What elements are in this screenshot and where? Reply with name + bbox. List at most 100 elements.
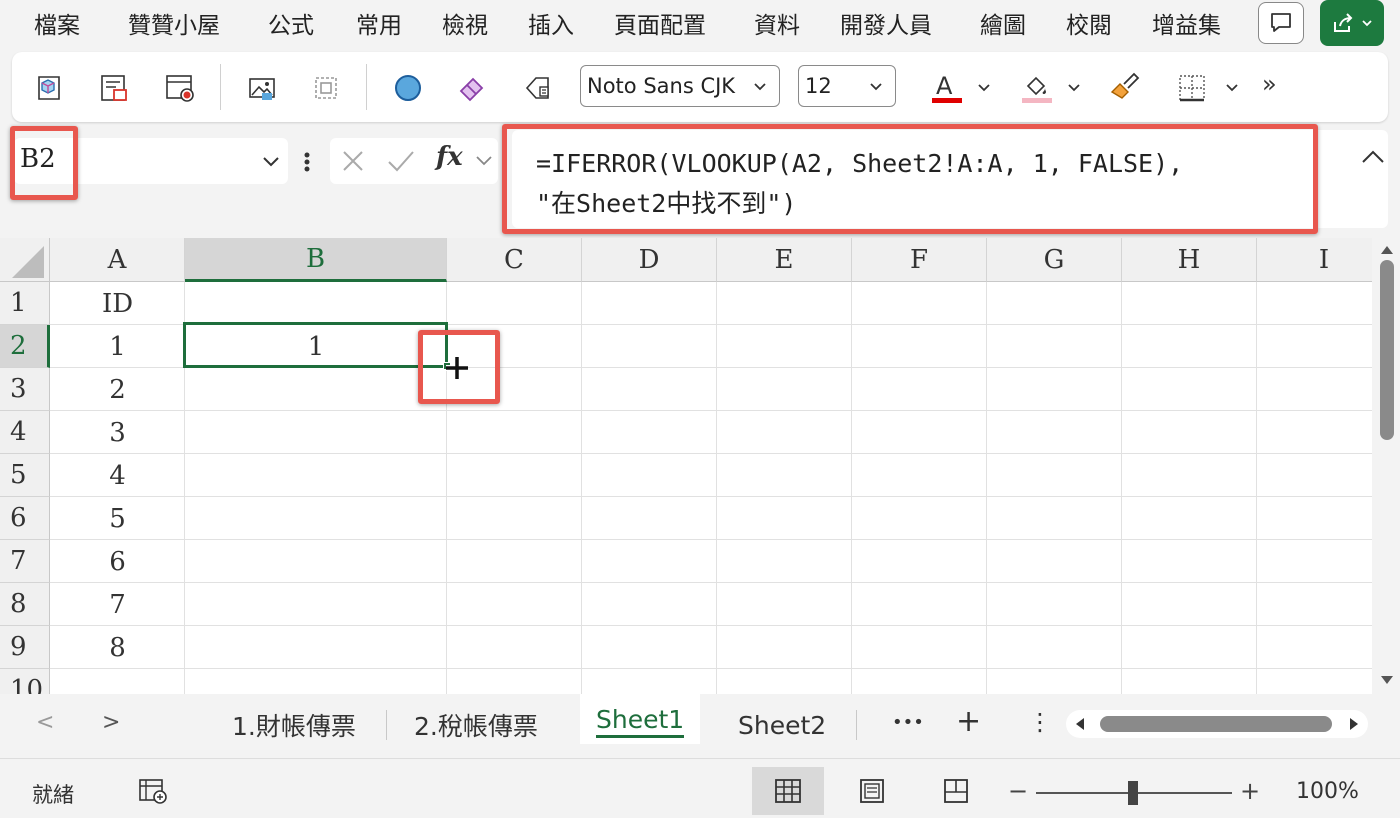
cell-a4[interactable]: 3 — [50, 411, 185, 454]
enter-check-icon[interactable] — [386, 148, 416, 174]
sheet-menu-button[interactable]: ⋮ — [1028, 708, 1052, 736]
row-header-9[interactable]: 9 — [0, 626, 50, 669]
zoom-slider-thumb[interactable] — [1128, 781, 1138, 805]
eraser-button[interactable] — [452, 68, 492, 108]
vertical-scroll-thumb[interactable] — [1380, 260, 1394, 440]
column-header-e[interactable]: E — [717, 238, 852, 282]
page-layout-view-button[interactable] — [836, 767, 908, 815]
scroll-right-icon[interactable] — [1348, 717, 1360, 731]
column-header-i[interactable]: I — [1257, 238, 1372, 282]
chevron-down-icon[interactable] — [1066, 79, 1082, 95]
form-button[interactable] — [94, 68, 134, 108]
record-macro-button[interactable] — [160, 68, 200, 108]
sheet-tab-1[interactable]: 1.財帳傳票 — [232, 706, 356, 744]
cell-a1[interactable]: ID — [50, 282, 185, 325]
font-name-select[interactable]: Noto Sans CJK — [580, 65, 780, 107]
menu-view[interactable]: 檢視 — [442, 6, 488, 40]
select-objects-button[interactable] — [306, 68, 346, 108]
next-sheet-button[interactable]: > — [102, 710, 120, 735]
row-header-3[interactable]: 3 — [0, 368, 50, 411]
menu-review[interactable]: 校閱 — [1066, 6, 1112, 40]
page-break-view-button[interactable] — [920, 767, 992, 815]
name-box[interactable]: B2 — [14, 138, 288, 184]
chevron-down-icon[interactable] — [260, 152, 282, 172]
menu-file[interactable]: 檔案 — [34, 6, 80, 40]
cell-a5[interactable]: 4 — [50, 454, 185, 497]
scroll-up-icon[interactable] — [1380, 244, 1394, 256]
sheet-tab-sheet2[interactable]: Sheet2 — [738, 706, 826, 744]
row-header-10[interactable]: 10 — [0, 669, 50, 694]
menu-page-layout[interactable]: 頁面配置 — [614, 6, 706, 40]
column-header-d[interactable]: D — [582, 238, 717, 282]
active-tab-underline — [596, 735, 685, 738]
chevron-down-icon[interactable] — [474, 152, 494, 170]
share-button[interactable] — [1320, 0, 1384, 46]
prev-sheet-button[interactable]: < — [36, 710, 54, 735]
menu-formulas[interactable]: 公式 — [268, 6, 314, 40]
sheet-tab-sheet1[interactable]: Sheet1 — [580, 694, 701, 744]
row-header-8[interactable]: 8 — [0, 583, 50, 626]
cell-a3[interactable]: 2 — [50, 368, 185, 411]
fill-color-button[interactable] — [1016, 68, 1056, 108]
menu-draw[interactable]: 繪圖 — [980, 6, 1026, 40]
cell-a7[interactable]: 6 — [50, 540, 185, 583]
add-sheet-button[interactable]: + — [956, 704, 981, 739]
status-ready: 就緒 — [32, 783, 74, 807]
sheet-tab-2[interactable]: 2.稅帳傳票 — [414, 706, 538, 744]
column-header-b[interactable]: B — [185, 238, 447, 282]
more-commands-button[interactable]: » — [1262, 70, 1277, 98]
scroll-left-icon[interactable] — [1074, 717, 1086, 731]
worksheet-grid[interactable]: A B C D E F G H I 1 2 3 4 5 6 7 8 9 10 I… — [0, 238, 1372, 694]
excel-window: 檔案 贊贊小屋 公式 常用 檢視 插入 頁面配置 資料 開發人員 繪圖 校閱 增… — [0, 0, 1400, 818]
column-header-h[interactable]: H — [1122, 238, 1257, 282]
scroll-down-icon[interactable] — [1380, 674, 1394, 686]
sheet-tabs-bar: < > 1.財帳傳票 2.稅帳傳票 Sheet1 Sheet2 ••• + ⋮ — [0, 694, 1400, 756]
menu-data[interactable]: 資料 — [754, 6, 800, 40]
row-header-6[interactable]: 6 — [0, 497, 50, 540]
row-header-1[interactable]: 1 — [0, 282, 50, 325]
cell-a2[interactable]: 1 — [50, 325, 185, 368]
menu-zanzan[interactable]: 贊贊小屋 — [128, 6, 220, 40]
formula-input[interactable]: =IFERROR(VLOOKUP(A2, Sheet2!A:A, 1, FALS… — [512, 130, 1388, 228]
menu-developer[interactable]: 開發人員 — [840, 6, 932, 40]
select-all-button[interactable] — [0, 238, 50, 282]
menu-addins[interactable]: 增益集 — [1152, 6, 1221, 40]
font-size-select[interactable]: 12 — [798, 65, 896, 107]
zoom-in-button[interactable]: + — [1240, 777, 1260, 805]
column-header-c[interactable]: C — [447, 238, 582, 282]
normal-view-button[interactable] — [752, 767, 824, 815]
comments-button[interactable] — [1258, 2, 1304, 44]
menu-insert[interactable]: 插入 — [528, 6, 574, 40]
accessibility-icon[interactable] — [138, 777, 168, 805]
cancel-icon[interactable] — [340, 148, 366, 174]
chevron-down-icon[interactable] — [976, 79, 992, 95]
horizontal-scroll-thumb[interactable] — [1100, 716, 1332, 732]
column-header-g[interactable]: G — [987, 238, 1122, 282]
zoom-out-button[interactable]: − — [1008, 777, 1028, 805]
3d-model-button[interactable] — [28, 68, 68, 108]
chevron-down-icon[interactable] — [1224, 79, 1240, 95]
row-header-7[interactable]: 7 — [0, 540, 50, 583]
row-header-5[interactable]: 5 — [0, 454, 50, 497]
format-painter-button[interactable] — [1104, 68, 1144, 108]
zoom-level[interactable]: 100% — [1296, 779, 1359, 804]
font-color-button[interactable]: A — [926, 68, 966, 108]
menu-home[interactable]: 常用 — [356, 6, 402, 40]
cell-a9[interactable]: 8 — [50, 626, 185, 669]
borders-button[interactable] — [1172, 68, 1212, 108]
column-header-f[interactable]: F — [852, 238, 987, 282]
cell-a8[interactable]: 7 — [50, 583, 185, 626]
vertical-scrollbar[interactable] — [1372, 238, 1400, 694]
picture-in-cell-button[interactable] — [242, 68, 282, 108]
row-header-4[interactable]: 4 — [0, 411, 50, 454]
column-header-a[interactable]: A — [50, 238, 185, 282]
horizontal-scrollbar[interactable] — [1066, 710, 1368, 738]
format-tag-button[interactable] — [518, 68, 558, 108]
row-header-2[interactable]: 2 — [0, 325, 50, 368]
insert-function-button[interactable]: fx — [436, 142, 463, 172]
collapse-formula-bar-icon[interactable] — [1360, 148, 1386, 168]
cell-a6[interactable]: 5 — [50, 497, 185, 540]
more-sheets-button[interactable]: ••• — [892, 712, 924, 733]
more-vertical-icon[interactable] — [302, 146, 312, 178]
shape-fill-button[interactable] — [388, 68, 428, 108]
